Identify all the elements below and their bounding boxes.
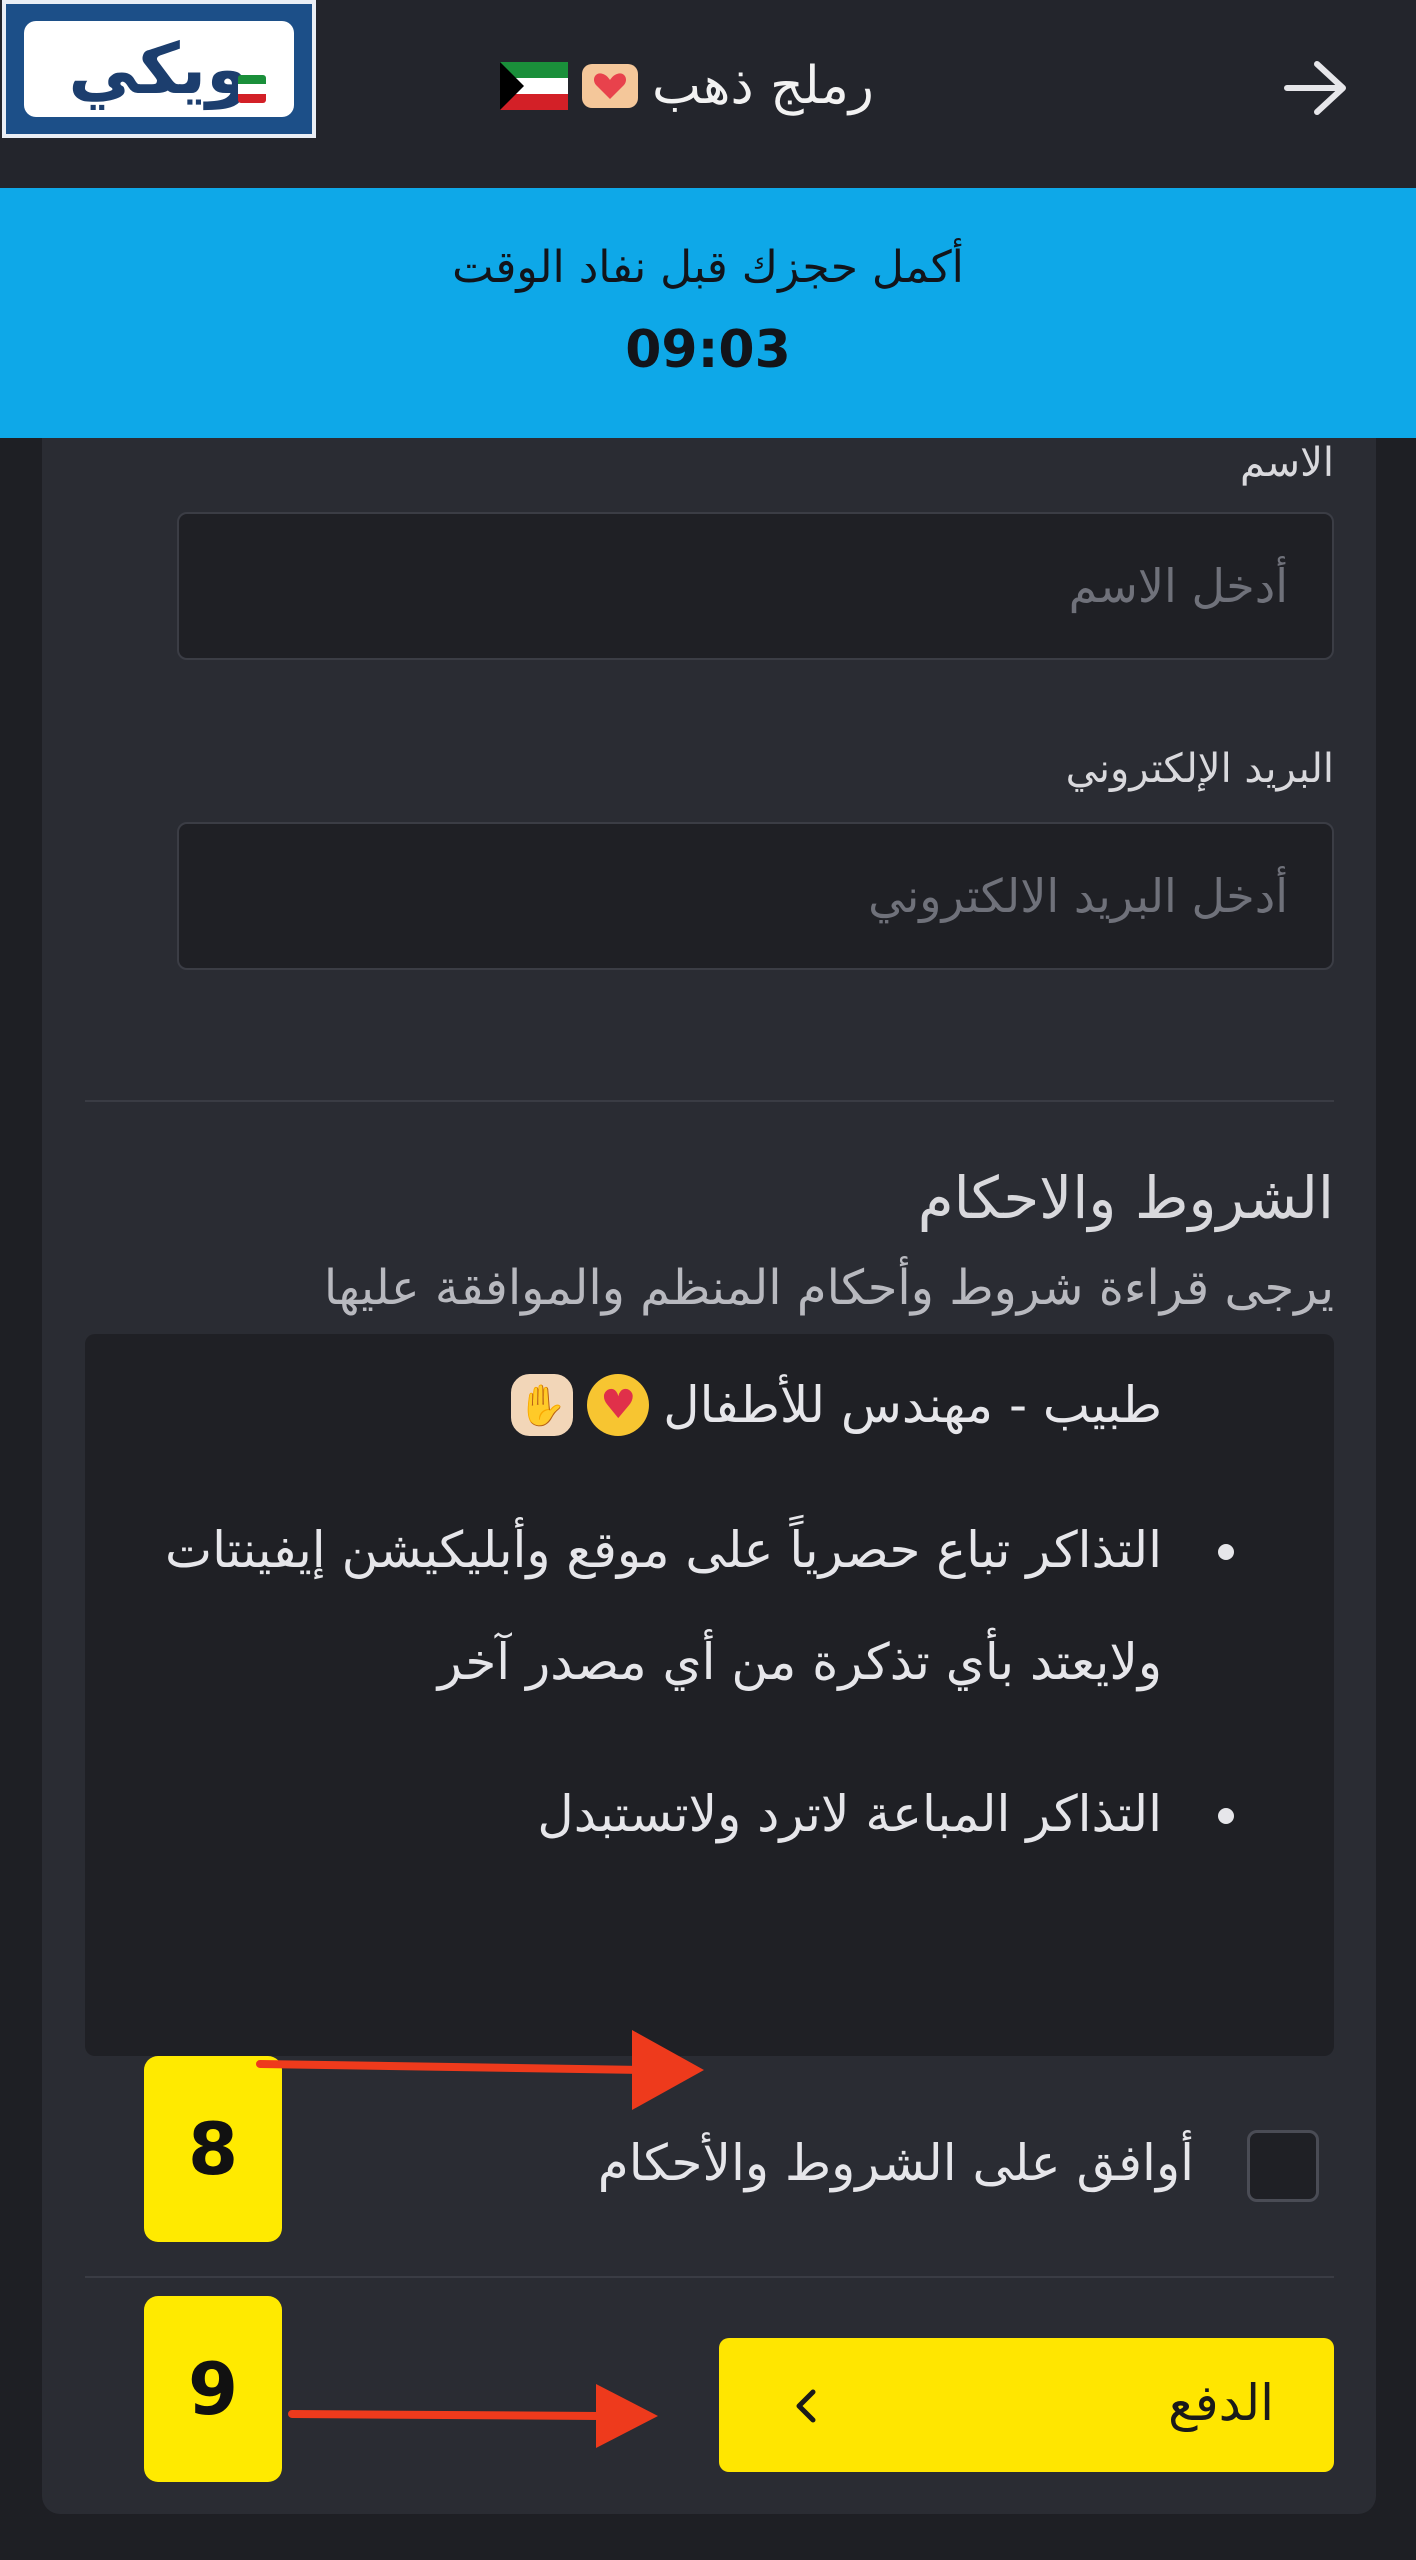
section-divider (85, 2276, 1334, 2278)
kuwait-flag-icon (238, 75, 266, 103)
terms-bullet: التذاكر تباع حصرياً على موقع وأبليكيشن إ… (154, 1494, 1234, 1718)
site-logo: ويكي (2, 0, 316, 138)
event-title: رملج ذهب (500, 50, 874, 122)
pay-button[interactable]: الدفع (719, 2338, 1334, 2472)
name-input[interactable]: أدخل الاسم (177, 512, 1334, 660)
heart-hands-icon (582, 64, 638, 108)
terms-bullet: التذاكر المباعة لاترد ولاتستبدل (154, 1758, 1234, 1870)
chevron-left-icon (796, 2389, 816, 2423)
terms-line-text: طبيب - مهندس للأطفال (663, 1376, 1162, 1434)
name-placeholder: أدخل الاسم (1068, 559, 1288, 613)
back-arrow-icon[interactable] (1276, 48, 1356, 128)
terms-scroll-box[interactable]: طبيب - مهندس للأطفال ♥ ✋ التذاكر تباع حص… (85, 1334, 1334, 2056)
terms-line: طبيب - مهندس للأطفال ♥ ✋ (511, 1374, 1162, 1436)
app-header: ويكي رملج ذهب (0, 0, 1416, 188)
agree-terms-checkbox[interactable] (1247, 2130, 1319, 2202)
clapping-hands-emoji-icon: ✋ (511, 1374, 574, 1436)
email-placeholder: أدخل البريد الالكتروني (868, 869, 1288, 923)
email-input[interactable]: أدخل البريد الالكتروني (177, 822, 1334, 970)
event-title-text: رملج ذهب (652, 56, 874, 116)
step-badge-8: 8 (144, 2056, 282, 2242)
logo-wordmark: ويكي (24, 21, 294, 117)
name-label: الاسم (1239, 440, 1334, 486)
terms-title: الشروط والاحكام (917, 1164, 1334, 1232)
terms-bullet-list: التذاكر تباع حصرياً على موقع وأبليكيشن إ… (154, 1494, 1234, 1870)
kuwait-flag-icon (500, 62, 568, 110)
logo-text: ويكي (68, 28, 250, 110)
terms-subtitle: يرجى قراءة شروط وأحكام المنظم والموافقة … (323, 1260, 1334, 1316)
heart-eyes-emoji-icon: ♥ (587, 1374, 650, 1436)
agree-terms-label[interactable]: أوافق على الشروط والأحكام (598, 2134, 1194, 2192)
section-divider (85, 1100, 1334, 1102)
pay-button-label: الدفع (1168, 2374, 1274, 2432)
step-badge-9: 9 (144, 2296, 282, 2482)
timer-message: أكمل حجزك قبل نفاد الوقت (452, 242, 964, 293)
booking-timer-banner: أكمل حجزك قبل نفاد الوقت 09:03 (0, 188, 1416, 438)
timer-countdown: 09:03 (625, 320, 791, 380)
email-label: البريد الإلكتروني (1065, 746, 1334, 792)
